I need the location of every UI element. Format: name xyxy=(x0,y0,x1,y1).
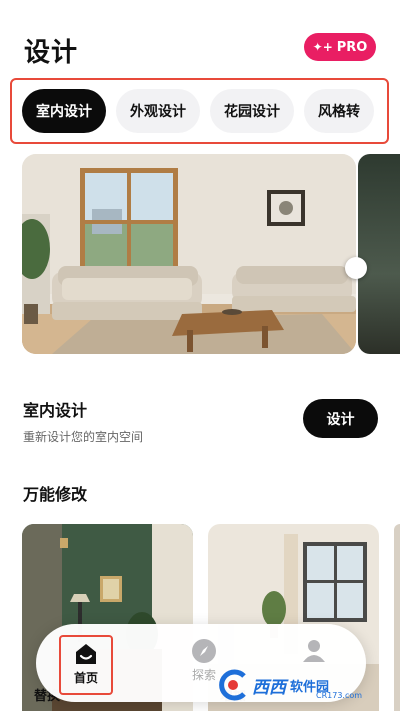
watermark: 西西 软件园 CR173.com xyxy=(216,665,386,705)
pro-label: PRO xyxy=(336,39,368,55)
tab-interior-design[interactable]: 室内设计 xyxy=(22,89,106,133)
category-tabs: 室内设计 外观设计 花园设计 风格转 xyxy=(10,78,389,144)
compare-slider-handle[interactable] xyxy=(345,257,367,279)
watermark-logo-icon xyxy=(219,669,246,701)
living-room-image xyxy=(22,154,356,354)
tab-exterior-design[interactable]: 外观设计 xyxy=(116,89,200,133)
watermark-url: CR173.com xyxy=(316,691,363,700)
feature-title: 室内设计 xyxy=(23,401,88,420)
pro-button[interactable]: ✦+ PRO xyxy=(304,33,376,61)
feature-subtitle: 重新设计您的室内空间 xyxy=(23,430,144,444)
user-icon xyxy=(303,640,325,662)
tab-style-transfer[interactable]: 风格转 xyxy=(304,89,374,133)
header: 设计 ✦+ PRO xyxy=(0,0,400,80)
home-icon xyxy=(76,644,96,664)
edit-card-partial[interactable] xyxy=(394,524,400,711)
page-title: 设计 xyxy=(24,38,79,68)
watermark-brand: 西西 xyxy=(252,677,286,698)
compass-icon xyxy=(192,639,216,663)
after-image-preview xyxy=(358,154,400,354)
nav-home[interactable]: 首页 xyxy=(59,635,113,695)
nav-profile[interactable] xyxy=(294,638,334,664)
sparkle-icon: ✦+ xyxy=(312,40,333,54)
nav-explore-label: 探索 xyxy=(191,668,216,682)
nav-home-label: 首页 xyxy=(73,671,98,685)
design-button[interactable]: 设计 xyxy=(303,399,378,438)
interior-before-after-image xyxy=(22,154,356,354)
section-title-edit: 万能修改 xyxy=(23,485,88,504)
tab-garden-design[interactable]: 花园设计 xyxy=(210,89,294,133)
